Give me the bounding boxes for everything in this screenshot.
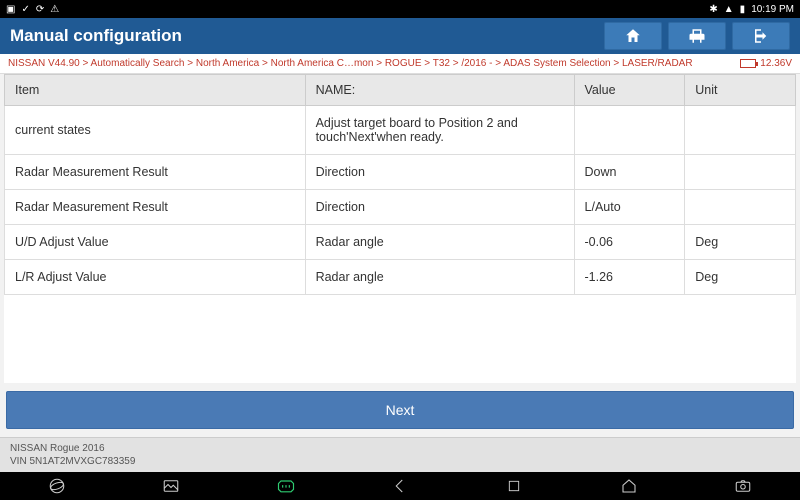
cell-unit bbox=[685, 106, 796, 155]
cell-item: Radar Measurement Result bbox=[5, 190, 306, 225]
camera-icon bbox=[734, 477, 752, 495]
home-button[interactable] bbox=[604, 22, 662, 50]
app-window: Manual configuration NISSAN V44.90 > Aut… bbox=[0, 18, 800, 472]
table-row: L/R Adjust ValueRadar angle-1.26Deg bbox=[5, 260, 796, 295]
table-row: Radar Measurement ResultDirectionL/Auto bbox=[5, 190, 796, 225]
nav-recent-button[interactable] bbox=[503, 475, 525, 497]
table-row: U/D Adjust ValueRadar angle-0.06Deg bbox=[5, 225, 796, 260]
footer-vin: VIN 5N1AT2MVXGC783359 bbox=[10, 455, 790, 468]
breadcrumb: NISSAN V44.90 > Automatically Search > N… bbox=[0, 54, 800, 74]
cell-item: L/R Adjust Value bbox=[5, 260, 306, 295]
battery-outline-icon bbox=[740, 59, 756, 68]
table-row: Radar Measurement ResultDirectionDown bbox=[5, 155, 796, 190]
data-table: Item NAME: Value Unit current statesAdju… bbox=[4, 74, 796, 295]
home-icon bbox=[624, 27, 642, 45]
clock: 10:19 PM bbox=[751, 4, 794, 15]
table-row: current statesAdjust target board to Pos… bbox=[5, 106, 796, 155]
col-header-name: NAME: bbox=[305, 75, 574, 106]
cell-name: Radar angle bbox=[305, 225, 574, 260]
footer-vehicle: NISSAN Rogue 2016 bbox=[10, 442, 790, 455]
cell-name: Radar angle bbox=[305, 260, 574, 295]
globe-icon bbox=[48, 477, 66, 495]
bluetooth-icon: ✱ bbox=[709, 4, 717, 15]
cell-value: -0.06 bbox=[574, 225, 685, 260]
nav-gallery-button[interactable] bbox=[160, 475, 182, 497]
image-icon bbox=[162, 477, 180, 495]
cell-name: Direction bbox=[305, 155, 574, 190]
print-button[interactable] bbox=[668, 22, 726, 50]
button-row: Next bbox=[0, 383, 800, 437]
screenshot-icon: ▣ bbox=[6, 4, 15, 15]
check-icon: ✓ bbox=[21, 4, 29, 15]
cell-unit bbox=[685, 155, 796, 190]
nav-diagnostic-button[interactable] bbox=[275, 475, 297, 497]
exit-icon bbox=[752, 27, 770, 45]
footer-info: NISSAN Rogue 2016 VIN 5N1AT2MVXGC783359 bbox=[0, 437, 800, 472]
nav-browser-button[interactable] bbox=[46, 475, 68, 497]
data-table-wrap: Item NAME: Value Unit current statesAdju… bbox=[4, 74, 796, 383]
nav-camera-button[interactable] bbox=[732, 475, 754, 497]
battery-icon: ▮ bbox=[740, 4, 746, 15]
wifi-icon: ▲ bbox=[724, 4, 734, 15]
col-header-unit: Unit bbox=[685, 75, 796, 106]
cell-value: Down bbox=[574, 155, 685, 190]
col-header-value: Value bbox=[574, 75, 685, 106]
page-title: Manual configuration bbox=[10, 26, 182, 46]
cell-unit: Deg bbox=[685, 260, 796, 295]
next-button[interactable]: Next bbox=[6, 391, 794, 429]
cell-value: L/Auto bbox=[574, 190, 685, 225]
cell-value bbox=[574, 106, 685, 155]
title-bar: Manual configuration bbox=[0, 18, 800, 54]
exit-button[interactable] bbox=[732, 22, 790, 50]
nav-home-button[interactable] bbox=[618, 475, 640, 497]
cell-value: -1.26 bbox=[574, 260, 685, 295]
vci-icon bbox=[276, 478, 296, 494]
cell-item: current states bbox=[5, 106, 306, 155]
voltage-indicator: 12.36V bbox=[740, 58, 792, 69]
voltage-value: 12.36V bbox=[760, 58, 792, 69]
square-icon bbox=[506, 478, 522, 494]
warning-icon: ⚠ bbox=[50, 4, 59, 15]
home-outline-icon bbox=[620, 477, 638, 495]
breadcrumb-path: NISSAN V44.90 > Automatically Search > N… bbox=[8, 58, 693, 69]
cell-name: Adjust target board to Position 2 and to… bbox=[305, 106, 574, 155]
back-icon bbox=[391, 477, 409, 495]
android-nav-bar bbox=[0, 472, 800, 500]
android-status-bar: ▣ ✓ ⟳ ⚠ ✱ ▲ ▮ 10:19 PM bbox=[0, 0, 800, 18]
nav-back-button[interactable] bbox=[389, 475, 411, 497]
col-header-item: Item bbox=[5, 75, 306, 106]
cell-name: Direction bbox=[305, 190, 574, 225]
cell-unit: Deg bbox=[685, 225, 796, 260]
cell-item: Radar Measurement Result bbox=[5, 155, 306, 190]
print-icon bbox=[688, 27, 706, 45]
sync-icon: ⟳ bbox=[36, 4, 44, 15]
cell-item: U/D Adjust Value bbox=[5, 225, 306, 260]
cell-unit bbox=[685, 190, 796, 225]
